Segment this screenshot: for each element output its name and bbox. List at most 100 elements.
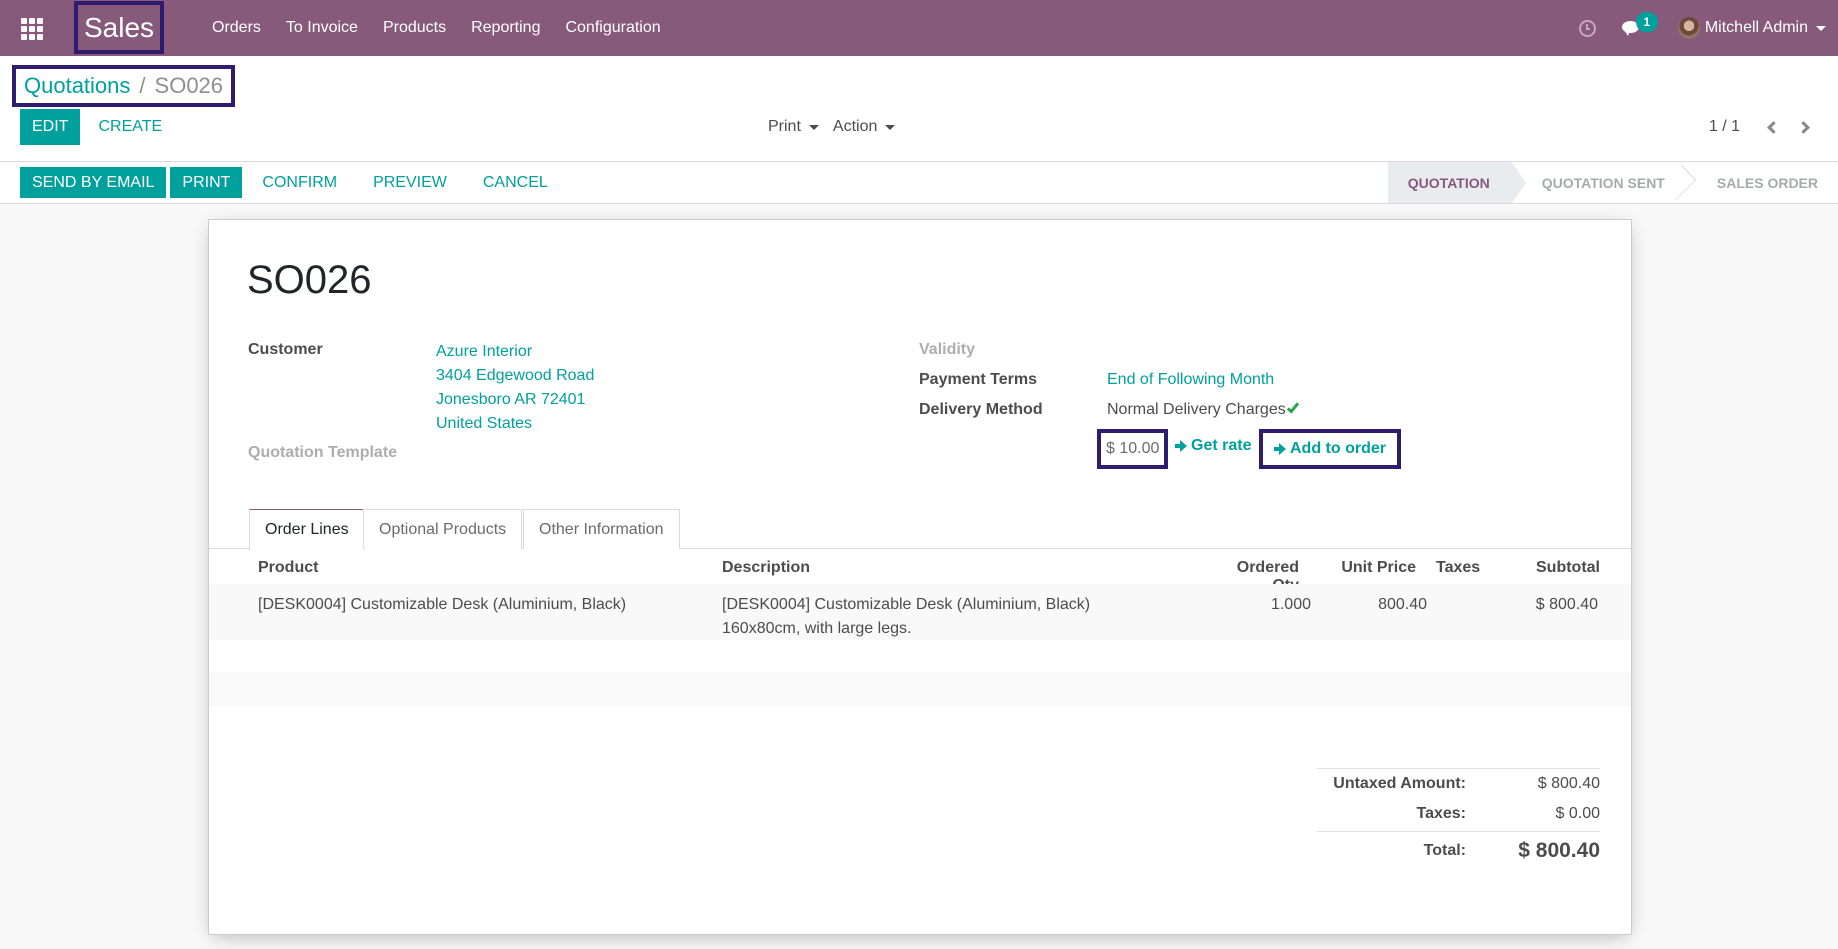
- pager: 1 / 1: [1709, 109, 1818, 145]
- top-navbar: Sales Orders To Invoice Products Reporti…: [0, 0, 1838, 56]
- quotation-template-label: Quotation Template: [248, 444, 398, 461]
- untaxed-amount-row: Untaxed Amount: $ 800.40: [1317, 769, 1600, 799]
- create-button[interactable]: Create: [86, 109, 174, 145]
- add-to-order-button[interactable]: Add to order: [1259, 429, 1401, 469]
- edit-button[interactable]: Edit: [20, 109, 81, 145]
- breadcrumb-separator: /: [139, 73, 146, 98]
- action-dropdown[interactable]: Action: [832, 118, 896, 136]
- cell-subtotal: $ 800.40: [1535, 596, 1598, 613]
- column-subtotal[interactable]: Subtotal: [1509, 559, 1600, 577]
- notebook-tabs: Order Lines Optional Products Other Info…: [209, 509, 1631, 550]
- pager-value[interactable]: 1 / 1: [1709, 118, 1740, 136]
- customer-city[interactable]: Jonesboro AR 72401: [436, 388, 594, 412]
- activities-clock-icon[interactable]: [1578, 19, 1596, 37]
- breadcrumb: Quotations / SO026: [12, 65, 236, 107]
- form-statusbar: Send by Email Print Confirm Preview Canc…: [0, 161, 1838, 204]
- tab-other-information[interactable]: Other Information: [523, 509, 680, 549]
- delivery-method-field: Normal Delivery Charges: [1107, 400, 1299, 419]
- customer-country[interactable]: United States: [436, 412, 594, 436]
- breadcrumb-quotations[interactable]: Quotations: [24, 73, 130, 99]
- stage-sales-order[interactable]: Sales Order: [1687, 162, 1838, 203]
- caret-down-icon[interactable]: [1816, 25, 1826, 31]
- total-label: Total:: [1423, 841, 1466, 859]
- payment-terms-link[interactable]: End of Following Month: [1107, 371, 1274, 388]
- main-menu: Orders To Invoice Products Reporting Con…: [212, 0, 686, 56]
- validity-label: Validity: [919, 341, 976, 358]
- menu-to-invoice[interactable]: To Invoice: [286, 19, 358, 37]
- customer-name-link[interactable]: Azure Interior: [436, 340, 594, 364]
- untaxed-amount-value: $ 800.40: [1537, 775, 1600, 792]
- status-stages: Quotation Quotation Sent Sales Order: [1387, 162, 1838, 203]
- breadcrumb-current: SO026: [154, 73, 224, 98]
- get-rate-button[interactable]: Get rate: [1175, 437, 1251, 455]
- systray: 1 Mitchell Admin: [1578, 0, 1838, 56]
- messages-badge: 1: [1635, 12, 1658, 32]
- menu-reporting[interactable]: Reporting: [471, 19, 540, 37]
- app-brand[interactable]: Sales: [74, 1, 164, 54]
- action-dropdown-label: Action: [832, 118, 878, 135]
- tab-optional-products[interactable]: Optional Products: [363, 509, 523, 549]
- description-line-1: [DESK0004] Customizable Desk (Aluminium,…: [722, 596, 1091, 613]
- get-rate-label: Get rate: [1191, 437, 1252, 454]
- taxes-row: Taxes: $ 0.00: [1317, 799, 1600, 829]
- menu-configuration[interactable]: Configuration: [565, 19, 660, 37]
- cancel-button[interactable]: Cancel: [467, 167, 564, 198]
- confirm-button[interactable]: Confirm: [246, 167, 353, 198]
- form-sheet: SO026 Customer Azure Interior 3404 Edgew…: [208, 219, 1632, 935]
- order-totals: Untaxed Amount: $ 800.40 Taxes: $ 0.00 T…: [1317, 768, 1600, 869]
- description-line-2: 160x80cm, with large legs.: [722, 620, 912, 637]
- arrow-right-icon: [1175, 440, 1187, 452]
- taxes-label: Taxes:: [1416, 805, 1466, 822]
- add-to-order-label: Add to order: [1290, 440, 1386, 457]
- total-value: $ 800.40: [1518, 838, 1600, 862]
- messaging-menu[interactable]: 1: [1621, 12, 1658, 37]
- stage-quotation[interactable]: Quotation: [1387, 162, 1526, 203]
- pager-next-button[interactable]: [1792, 114, 1818, 140]
- table-row[interactable]: [DESK0004] Customizable Desk (Aluminium,…: [209, 584, 1631, 640]
- delivery-rate: $ 10.00: [1097, 429, 1169, 469]
- sidebar-dropdowns: Print Action: [768, 109, 896, 145]
- caret-down-icon: [808, 124, 819, 130]
- column-taxes[interactable]: Taxes: [1436, 559, 1480, 577]
- apps-menu-icon[interactable]: [21, 18, 43, 40]
- delivery-rate-value: $ 10.00: [1106, 440, 1160, 457]
- statusbar-buttons: Send by Email Print Confirm Preview Canc…: [20, 167, 564, 198]
- caret-down-icon: [885, 124, 896, 130]
- payment-terms-label: Payment Terms: [919, 371, 1037, 388]
- record-title: SO026: [247, 258, 372, 302]
- empty-table-row: [209, 672, 1631, 706]
- column-product[interactable]: Product: [258, 559, 318, 577]
- column-description[interactable]: Description: [722, 559, 810, 577]
- cell-description: [DESK0004] Customizable Desk (Aluminium,…: [722, 593, 1090, 641]
- customer-label: Customer: [248, 341, 323, 358]
- tab-order-lines[interactable]: Order Lines: [249, 509, 365, 550]
- cell-product: [DESK0004] Customizable Desk (Aluminium,…: [258, 596, 627, 613]
- untaxed-amount-label: Untaxed Amount:: [1333, 775, 1466, 792]
- pager-previous-button[interactable]: [1758, 114, 1784, 140]
- form-buttons: Edit Create: [20, 109, 174, 145]
- print-dropdown[interactable]: Print: [768, 118, 819, 136]
- menu-products[interactable]: Products: [383, 19, 446, 37]
- taxes-value: $ 0.00: [1555, 805, 1600, 822]
- order-lines-header: Product Description Ordered Qty Unit Pri…: [209, 550, 1631, 594]
- print-button[interactable]: Print: [170, 167, 243, 198]
- chevron-right-icon: [1796, 120, 1810, 134]
- stage-quotation-sent[interactable]: Quotation Sent: [1512, 162, 1687, 203]
- user-avatar[interactable]: [1677, 17, 1700, 39]
- column-unit-price[interactable]: Unit Price: [1319, 559, 1416, 577]
- cell-unit-price: 800.40: [1378, 596, 1427, 613]
- arrow-right-icon: [1274, 443, 1286, 455]
- menu-orders[interactable]: Orders: [212, 19, 261, 37]
- delivery-method-value: Normal Delivery Charges: [1107, 401, 1286, 418]
- customer-field: Azure Interior 3404 Edgewood Road Jonesb…: [436, 340, 594, 436]
- customer-street[interactable]: 3404 Edgewood Road: [436, 364, 594, 388]
- payment-terms-field: End of Following Month: [1107, 371, 1274, 389]
- preview-button[interactable]: Preview: [357, 167, 463, 198]
- user-menu-name[interactable]: Mitchell Admin: [1705, 19, 1808, 37]
- total-row: Total: $ 800.40: [1317, 831, 1600, 869]
- chevron-left-icon: [1766, 120, 1780, 134]
- send-by-email-button[interactable]: Send by Email: [20, 167, 167, 198]
- check-icon: [1286, 400, 1299, 414]
- delivery-method-label: Delivery Method: [919, 401, 1043, 418]
- cell-qty: 1.000: [1270, 596, 1311, 613]
